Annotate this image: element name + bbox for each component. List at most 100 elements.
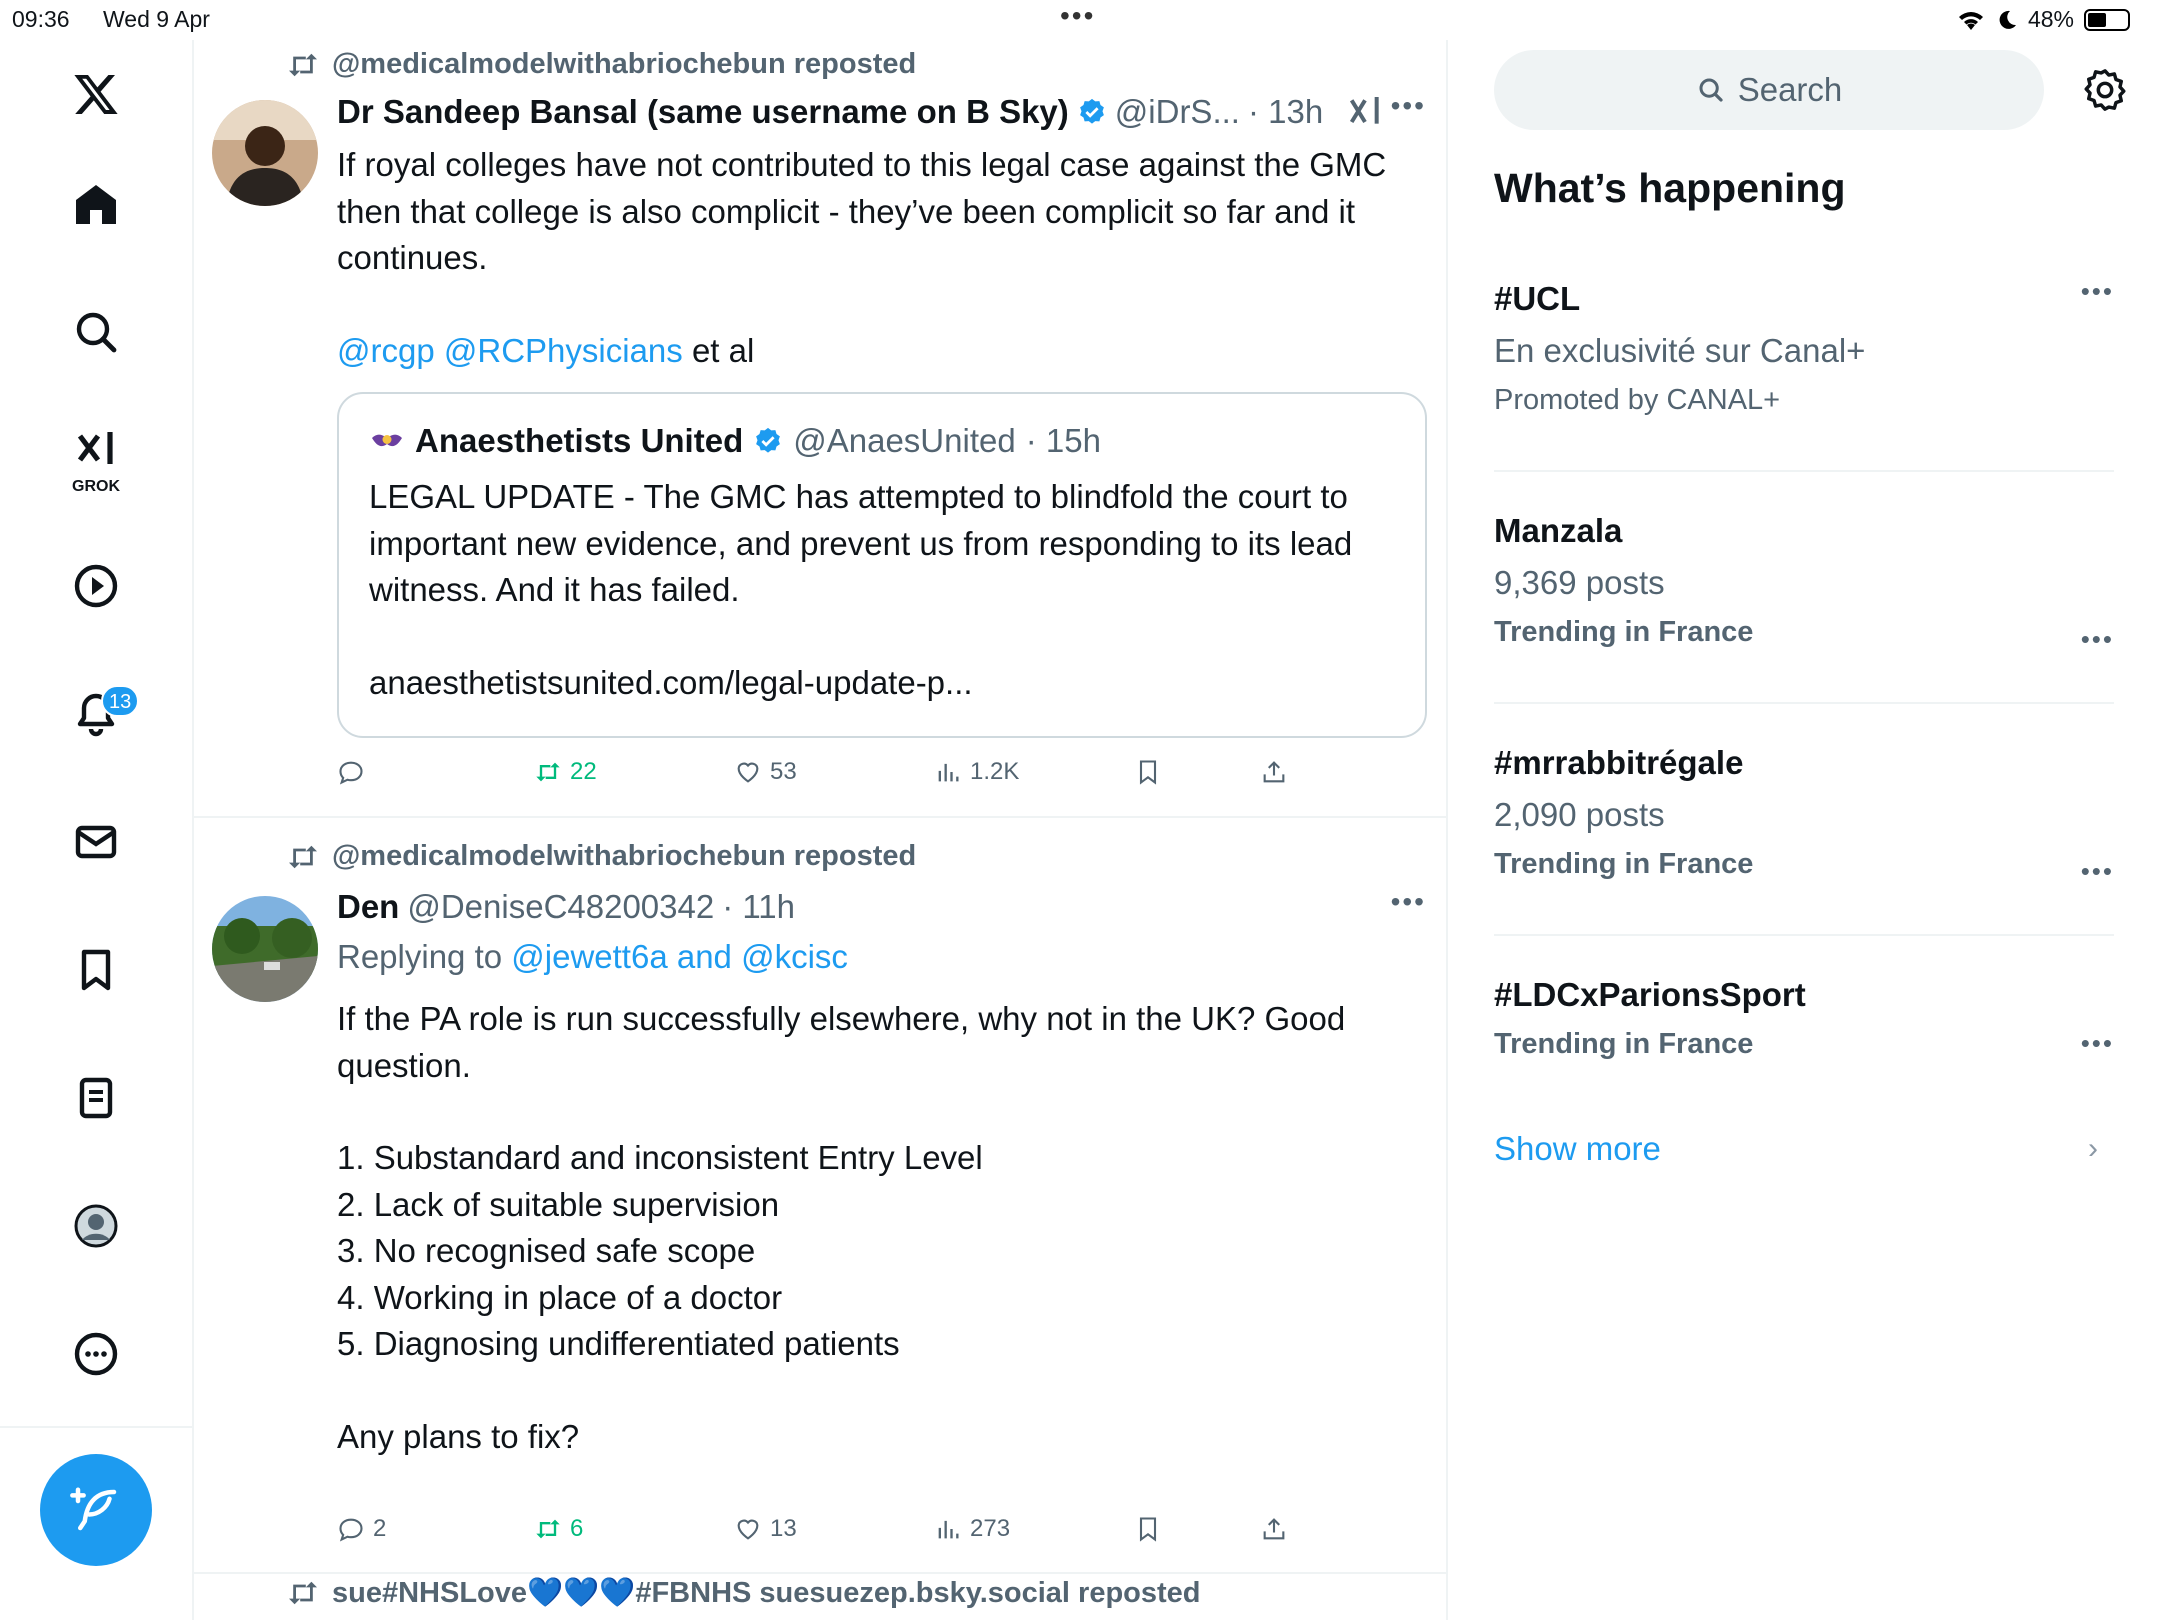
- replying-to: Replying to @jewett6a and @kcisc: [337, 938, 848, 976]
- tweet-actions: 2 6 13 273: [337, 1515, 1337, 1555]
- author-name[interactable]: Dr Sandeep Bansal (same username on B Sk…: [337, 93, 1069, 131]
- tweet-text-line: continues.: [337, 239, 488, 276]
- trend-meta: Trending in France: [1494, 616, 1754, 648]
- reposter-label: @medicalmodelwithabriochebun reposted: [332, 840, 917, 872]
- author-handle[interactable]: @iDrS...: [1115, 93, 1240, 131]
- trend-meta: Trending in France: [1494, 848, 1754, 880]
- search-icon: [1699, 78, 1723, 102]
- status-date: Wed 9 Apr: [103, 6, 210, 32]
- repost-button[interactable]: 22: [534, 758, 597, 786]
- trend-item[interactable]: #mrrabbitrégale 2,090 posts Trending in …: [1494, 744, 2114, 944]
- author-name[interactable]: Den: [337, 888, 399, 926]
- share-button[interactable]: [1260, 758, 1288, 786]
- grok-explain-icon[interactable]: [1345, 92, 1385, 132]
- trend-more-icon[interactable]: •••: [2081, 856, 2114, 887]
- trend-item[interactable]: #LDCxParionsSport Trending in France •••: [1494, 976, 2114, 1096]
- trend-subtitle: 9,369 posts: [1494, 564, 1665, 601]
- repost-count: 22: [570, 758, 597, 785]
- replying-prefix: Replying to: [337, 938, 512, 975]
- reply-button[interactable]: [337, 758, 365, 786]
- quote-author-name: Anaesthetists United: [415, 422, 744, 459]
- bookmark-button[interactable]: [1134, 1515, 1162, 1543]
- repost-indicator: sue#NHSLove💙💙💙#FBNHS suesuezep.bsky.soci…: [286, 1576, 1201, 1610]
- lists-icon[interactable]: [64, 1066, 128, 1130]
- reposter-label: @medicalmodelwithabriochebun reposted: [332, 48, 917, 80]
- share-button[interactable]: [1260, 1515, 1288, 1543]
- repost-count: 6: [570, 1515, 584, 1542]
- quote-text-line: LEGAL UPDATE - The GMC has attempted to …: [369, 478, 1348, 515]
- quote-time: · 15h: [1025, 422, 1101, 459]
- trend-item[interactable]: Manzala 9,369 posts Trending in France •…: [1494, 512, 2114, 712]
- bookmarks-icon[interactable]: [64, 938, 128, 1002]
- home-icon[interactable]: [64, 172, 128, 236]
- tweet[interactable]: @medicalmodelwithabriochebun reposted Dr…: [194, 40, 1448, 818]
- reply-button[interactable]: 2: [337, 1515, 386, 1543]
- trend-meta: Trending in France: [1494, 1028, 1754, 1060]
- tweet[interactable]: sue#NHSLove💙💙💙#FBNHS suesuezep.bsky.soci…: [194, 1574, 1448, 1620]
- like-count: 53: [770, 758, 797, 785]
- tweet-time: · 13h: [1247, 93, 1324, 130]
- tweet[interactable]: @medicalmodelwithabriochebun reposted De…: [194, 818, 1448, 1574]
- like-button[interactable]: 13: [734, 1515, 797, 1543]
- trend-more-icon[interactable]: •••: [2081, 624, 2114, 655]
- trend-meta: Promoted by CANAL+: [1494, 384, 1781, 416]
- repost-icon: [289, 845, 317, 868]
- list-item: 4. Working in place of a doctor: [337, 1278, 783, 1316]
- tweet-more-icon[interactable]: •••: [1391, 90, 1426, 122]
- heart-icon: [737, 1519, 759, 1540]
- author-handle[interactable]: @DeniseC48200342: [407, 888, 714, 926]
- list-item: 3. No recognised safe scope: [337, 1232, 756, 1269]
- more-options-icon[interactable]: [64, 1322, 128, 1386]
- mention-link[interactable]: @rcgp: [337, 332, 435, 369]
- views-button[interactable]: 1.2K: [934, 758, 1019, 786]
- avatar[interactable]: [212, 100, 318, 206]
- battery-level: [2088, 12, 2107, 27]
- search-input[interactable]: Search: [1494, 50, 2044, 130]
- search-icon[interactable]: [64, 300, 128, 364]
- trend-more-icon[interactable]: •••: [2081, 1028, 2114, 1059]
- views-chart-icon: [938, 763, 959, 782]
- reply-icon: [339, 761, 363, 785]
- trend-more-icon[interactable]: •••: [2081, 276, 2114, 307]
- messages-envelope-icon[interactable]: [64, 810, 128, 874]
- tweet-text: If royal colleges have not contributed t…: [337, 142, 1417, 374]
- tweet-more-icon[interactable]: •••: [1391, 886, 1426, 918]
- sidebar-nav: GROK 13: [0, 40, 194, 1620]
- trend-name: #UCL: [1494, 280, 1581, 317]
- like-count: 13: [770, 1515, 797, 1542]
- quoted-tweet[interactable]: Anaesthetists United @AnaesUnited · 15h …: [337, 392, 1427, 738]
- divider: [1494, 702, 2114, 704]
- settings-gear-icon[interactable]: [2082, 67, 2128, 113]
- list-item: 5. Diagnosing undifferentiated patients: [337, 1325, 900, 1362]
- quote-author-handle: @AnaesUnited: [793, 422, 1016, 459]
- repost-icon: [289, 53, 317, 76]
- verified-badge-icon: [756, 427, 781, 453]
- quote-header: Anaesthetists United @AnaesUnited · 15h: [369, 422, 1101, 460]
- grok-icon[interactable]: [64, 420, 128, 484]
- quote-text-line: witness. And it has failed.: [369, 571, 740, 608]
- profile-avatar-icon[interactable]: [64, 1194, 128, 1258]
- compose-feather-icon: [70, 1487, 117, 1531]
- quote-link[interactable]: anaesthetistsunited.com/legal-update-p..…: [369, 660, 1409, 707]
- heart-icon: [737, 762, 759, 783]
- views-button[interactable]: 273: [934, 1515, 1010, 1543]
- tweet-actions: 22 53 1.2K: [337, 758, 1337, 798]
- reply-icon: [339, 1518, 363, 1542]
- trend-item[interactable]: #UCL En exclusivité sur Canal+ Promoted …: [1494, 276, 2114, 480]
- like-button[interactable]: 53: [734, 758, 797, 786]
- show-more-link[interactable]: Show more: [1494, 1130, 1661, 1168]
- video-icon[interactable]: [64, 554, 128, 618]
- battery-icon: [2084, 8, 2130, 31]
- repost-button[interactable]: 6: [534, 1515, 583, 1543]
- replying-users-link[interactable]: @jewett6a and @kcisc: [511, 938, 848, 976]
- mention-link[interactable]: @RCPhysicians: [444, 332, 683, 369]
- list-item: 1. Substandard and inconsistent Entry Le…: [337, 1139, 983, 1176]
- trend-subtitle: 2,090 posts: [1494, 796, 1665, 833]
- multitasking-dots[interactable]: •••: [1060, 0, 1095, 32]
- share-icon: [1263, 1518, 1285, 1540]
- avatar[interactable]: [212, 896, 318, 1002]
- quote-avatar-icon: [370, 424, 404, 458]
- bookmark-button[interactable]: [1134, 758, 1162, 786]
- compose-post-button[interactable]: [40, 1454, 152, 1566]
- x-logo-icon[interactable]: [64, 62, 128, 126]
